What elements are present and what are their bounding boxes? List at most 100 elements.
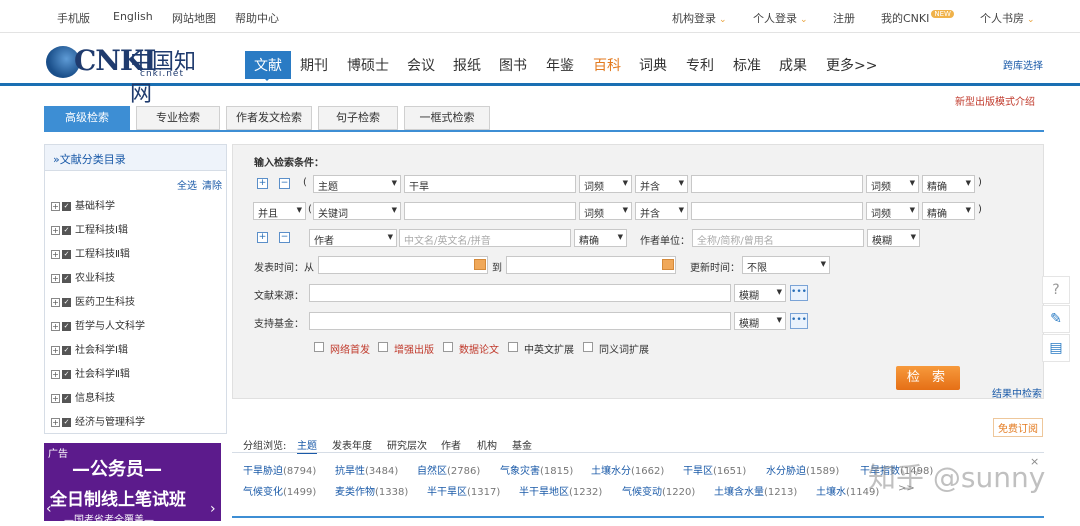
checkbox-checked-icon[interactable]: ✓ (62, 273, 71, 283)
freq-select-1b[interactable]: 词频 (866, 175, 919, 193)
field-select-1[interactable]: 主题 (313, 175, 401, 193)
logic-select-1[interactable]: 并含 (635, 175, 688, 193)
option-enhanced[interactable]: 增强出版 (394, 341, 434, 356)
group-result-item[interactable]: 半干旱地区(1232) (519, 483, 602, 498)
row-logic-select-2[interactable]: 并且 (253, 202, 306, 220)
category-item[interactable]: + ✓ 经济与管理科学 (51, 413, 145, 428)
nav-achievements[interactable]: 成果 (779, 55, 807, 75)
search-button[interactable]: 检 索 (896, 366, 960, 390)
keyword-input-1[interactable]: 干旱 (404, 175, 576, 193)
option-synonym-expand[interactable]: 同义词扩展 (599, 341, 649, 356)
nav-journals[interactable]: 期刊 (300, 55, 328, 75)
checkbox-checked-icon[interactable]: ✓ (62, 345, 71, 355)
pencil-icon[interactable]: ✎ (1042, 305, 1070, 333)
category-item[interactable]: + ✓ 工程科技Ⅱ辑 (51, 245, 130, 260)
group-result-item[interactable]: 麦类作物(1338) (335, 483, 408, 498)
add-row-plus-icon[interactable]: + (257, 178, 268, 189)
date-to-input[interactable] (506, 256, 676, 274)
cross-db-link[interactable]: 跨库选择 (1003, 57, 1043, 72)
group-tab-author[interactable]: 作者 (441, 437, 461, 452)
nav-dictionary[interactable]: 词典 (639, 55, 667, 75)
ad-next-icon[interactable]: › (210, 501, 216, 517)
fund-input[interactable] (309, 312, 731, 330)
category-item[interactable]: + ✓ 哲学与人文科学 (51, 317, 145, 332)
category-item[interactable]: + ✓ 社会科学Ⅰ辑 (51, 341, 128, 356)
group-result-item[interactable]: 土壤水分(1662) (591, 462, 664, 477)
nav-standards[interactable]: 标准 (733, 55, 761, 75)
tab-sentence-search[interactable]: 句子检索 (318, 106, 398, 130)
clear-link[interactable]: 清除 (202, 177, 222, 192)
nav-books[interactable]: 图书 (499, 55, 527, 75)
keyword-input-2[interactable] (404, 202, 576, 220)
freq-select-2b[interactable]: 词频 (866, 202, 919, 220)
group-result-item[interactable]: 干旱胁迫(8794) (243, 462, 316, 477)
freq-select-2[interactable]: 词频 (579, 202, 632, 220)
institution-login[interactable]: 机构登录 ⌄ (672, 10, 727, 26)
select-all-link[interactable]: 全选 (177, 177, 197, 192)
source-input[interactable] (309, 284, 731, 302)
cnki-logo[interactable]: CNKI 中国知网 cnki.net (46, 44, 216, 107)
checkbox-checked-icon[interactable]: ✓ (62, 417, 71, 427)
mobile-link[interactable]: 手机版 (57, 10, 90, 26)
group-result-item[interactable]: 气象灾害(1815) (500, 462, 573, 477)
group-tab-fund[interactable]: 基金 (512, 437, 532, 452)
group-tab-institution[interactable]: 机构 (477, 437, 497, 452)
nav-encyclopedia[interactable]: 百科 (593, 55, 621, 75)
checkbox-checked-icon[interactable]: ✓ (62, 201, 71, 211)
option-checkbox[interactable] (378, 342, 388, 352)
category-item[interactable]: + ✓ 医药卫生科技 (51, 293, 135, 308)
checkbox-checked-icon[interactable]: ✓ (62, 321, 71, 331)
checkbox-checked-icon[interactable]: ✓ (62, 393, 71, 403)
expand-plus-icon[interactable]: + (51, 393, 60, 403)
user-login[interactable]: 个人登录 ⌄ (753, 10, 808, 26)
option-checkbox[interactable] (443, 342, 453, 352)
keyword-input-2b[interactable] (691, 202, 863, 220)
my-cnki-link[interactable]: 我的CNKI NEW (881, 10, 954, 26)
category-item[interactable]: + ✓ 农业科技 (51, 269, 115, 284)
expand-plus-icon[interactable]: + (51, 273, 60, 283)
checkbox-checked-icon[interactable]: ✓ (62, 369, 71, 379)
bookroom-link[interactable]: 个人书房 ⌄ (980, 10, 1035, 26)
new-version-link[interactable]: 新型出版模式介绍 (955, 93, 1035, 108)
group-result-item[interactable]: 气候变化(1499) (243, 483, 316, 498)
remove-author-minus-icon[interactable]: − (279, 232, 290, 243)
nav-newspapers[interactable]: 报纸 (453, 55, 481, 75)
expand-plus-icon[interactable]: + (51, 297, 60, 307)
author-input[interactable]: 中文名/英文名/拼音 (399, 229, 571, 247)
group-result-item[interactable]: 干旱区(1651) (683, 462, 746, 477)
english-link[interactable]: English (113, 10, 153, 23)
source-match-select[interactable]: 模糊 (734, 284, 786, 302)
category-item[interactable]: + ✓ 信息科技 (51, 389, 115, 404)
group-tab-level[interactable]: 研究层次 (387, 437, 427, 452)
expand-plus-icon[interactable]: + (51, 249, 60, 259)
checkbox-checked-icon[interactable]: ✓ (62, 225, 71, 235)
keyword-input-1b[interactable] (691, 175, 863, 193)
expand-plus-icon[interactable]: + (51, 225, 60, 235)
field-select-2[interactable]: 关键词 (313, 202, 401, 220)
group-tab-year[interactable]: 发表年度 (332, 437, 372, 452)
feedback-icon[interactable]: ? (1042, 276, 1070, 304)
ad-prev-icon[interactable]: ‹ (46, 501, 52, 517)
nav-yearbooks[interactable]: 年鉴 (546, 55, 574, 75)
group-result-item[interactable]: 半干旱区(1317) (427, 483, 500, 498)
expand-plus-icon[interactable]: + (51, 321, 60, 331)
register-link[interactable]: 注册 (833, 10, 855, 26)
tab-single-box-search[interactable]: 一框式检索 (404, 106, 490, 130)
source-more-icon[interactable]: ••• (790, 285, 808, 301)
remove-row-minus-icon[interactable]: − (279, 178, 290, 189)
nav-theses[interactable]: 博硕士 (347, 55, 389, 75)
update-time-select[interactable]: 不限 (742, 256, 830, 274)
freq-select-1[interactable]: 词频 (579, 175, 632, 193)
author-field-select[interactable]: 作者 (309, 229, 397, 247)
fund-match-select[interactable]: 模糊 (734, 312, 786, 330)
logic-select-2[interactable]: 并含 (635, 202, 688, 220)
free-subscribe-button[interactable]: 免费订阅 (993, 418, 1043, 437)
document-icon[interactable]: ▤ (1042, 334, 1070, 362)
nav-conferences[interactable]: 会议 (407, 55, 435, 75)
match-select-2[interactable]: 精确 (922, 202, 975, 220)
group-result-item[interactable]: 气候变动(1220) (622, 483, 695, 498)
category-item[interactable]: + ✓ 基础科学 (51, 197, 115, 212)
group-result-item[interactable]: 抗旱性(3484) (335, 462, 398, 477)
category-item[interactable]: + ✓ 社会科学Ⅱ辑 (51, 365, 130, 380)
match-select-1[interactable]: 精确 (922, 175, 975, 193)
